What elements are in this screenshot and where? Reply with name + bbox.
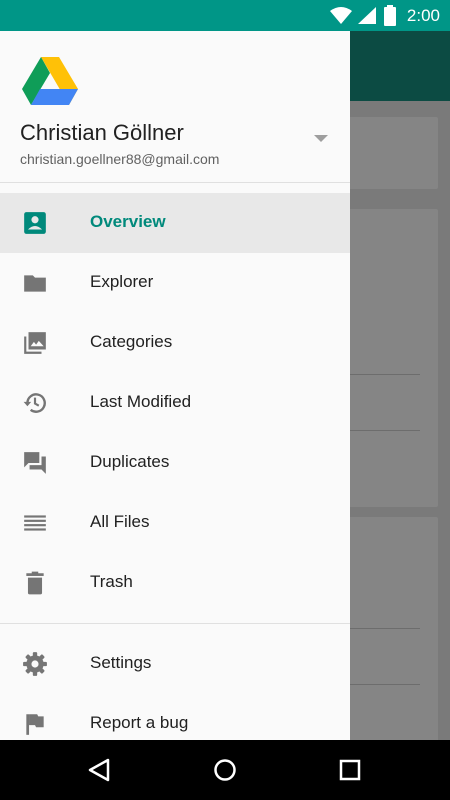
status-bar: 2:00 bbox=[0, 0, 450, 31]
account-box-icon bbox=[24, 212, 46, 234]
flag-icon bbox=[26, 714, 44, 735]
delete-icon bbox=[26, 571, 44, 595]
account-name: Christian Göllner bbox=[20, 120, 184, 145]
card-divider bbox=[340, 374, 420, 375]
home-icon[interactable] bbox=[211, 756, 239, 784]
menu-item-label: Report a bug bbox=[90, 713, 189, 732]
menu-divider bbox=[0, 623, 350, 624]
menu-item-last-modified[interactable]: Last Modified bbox=[0, 373, 350, 433]
card-divider bbox=[340, 684, 420, 685]
list-icon bbox=[24, 515, 46, 531]
forum-icon bbox=[24, 452, 46, 474]
wifi-icon bbox=[330, 7, 352, 24]
menu-item-report-bug[interactable]: Report a bug bbox=[0, 694, 350, 740]
menu-item-duplicates[interactable]: Duplicates bbox=[0, 433, 350, 493]
menu-item-all-files[interactable]: All Files bbox=[0, 493, 350, 553]
menu-item-label: Duplicates bbox=[90, 452, 170, 471]
recents-icon[interactable] bbox=[336, 756, 364, 784]
menu-item-label: All Files bbox=[90, 512, 150, 531]
battery-icon bbox=[384, 5, 396, 26]
google-drive-logo-icon bbox=[22, 57, 78, 105]
photo-library-icon bbox=[24, 332, 46, 354]
history-icon bbox=[23, 393, 46, 413]
menu-item-label: Explorer bbox=[90, 272, 154, 291]
menu-item-overview[interactable]: Overview bbox=[0, 193, 350, 253]
account-dropdown-icon[interactable] bbox=[314, 135, 328, 142]
card-divider bbox=[340, 430, 420, 431]
menu-item-settings[interactable]: Settings bbox=[0, 634, 350, 694]
content-card bbox=[340, 209, 438, 507]
settings-icon bbox=[23, 652, 47, 676]
menu-item-label: Overview bbox=[90, 212, 166, 231]
menu-item-explorer[interactable]: Explorer bbox=[0, 253, 350, 313]
status-time: 2:00 bbox=[406, 6, 440, 25]
menu-item-label: Settings bbox=[90, 653, 152, 672]
menu-item-label: Trash bbox=[90, 572, 133, 591]
folder-icon bbox=[24, 275, 46, 292]
menu-item-label: Last Modified bbox=[90, 392, 192, 411]
back-icon[interactable] bbox=[86, 756, 114, 784]
content-card bbox=[340, 117, 438, 189]
menu-item-categories[interactable]: Categories bbox=[0, 313, 350, 373]
account-email: christian.goellner88@gmail.com bbox=[20, 151, 220, 167]
navigation-drawer: Christian Göllner christian.goellner88@g… bbox=[0, 31, 350, 740]
cell-signal-icon bbox=[358, 7, 376, 24]
card-divider bbox=[340, 628, 420, 629]
drawer-header: Christian Göllner christian.goellner88@g… bbox=[0, 31, 350, 183]
menu-item-trash[interactable]: Trash bbox=[0, 553, 350, 613]
menu-item-label: Categories bbox=[90, 332, 173, 351]
system-nav-bar bbox=[0, 740, 450, 800]
